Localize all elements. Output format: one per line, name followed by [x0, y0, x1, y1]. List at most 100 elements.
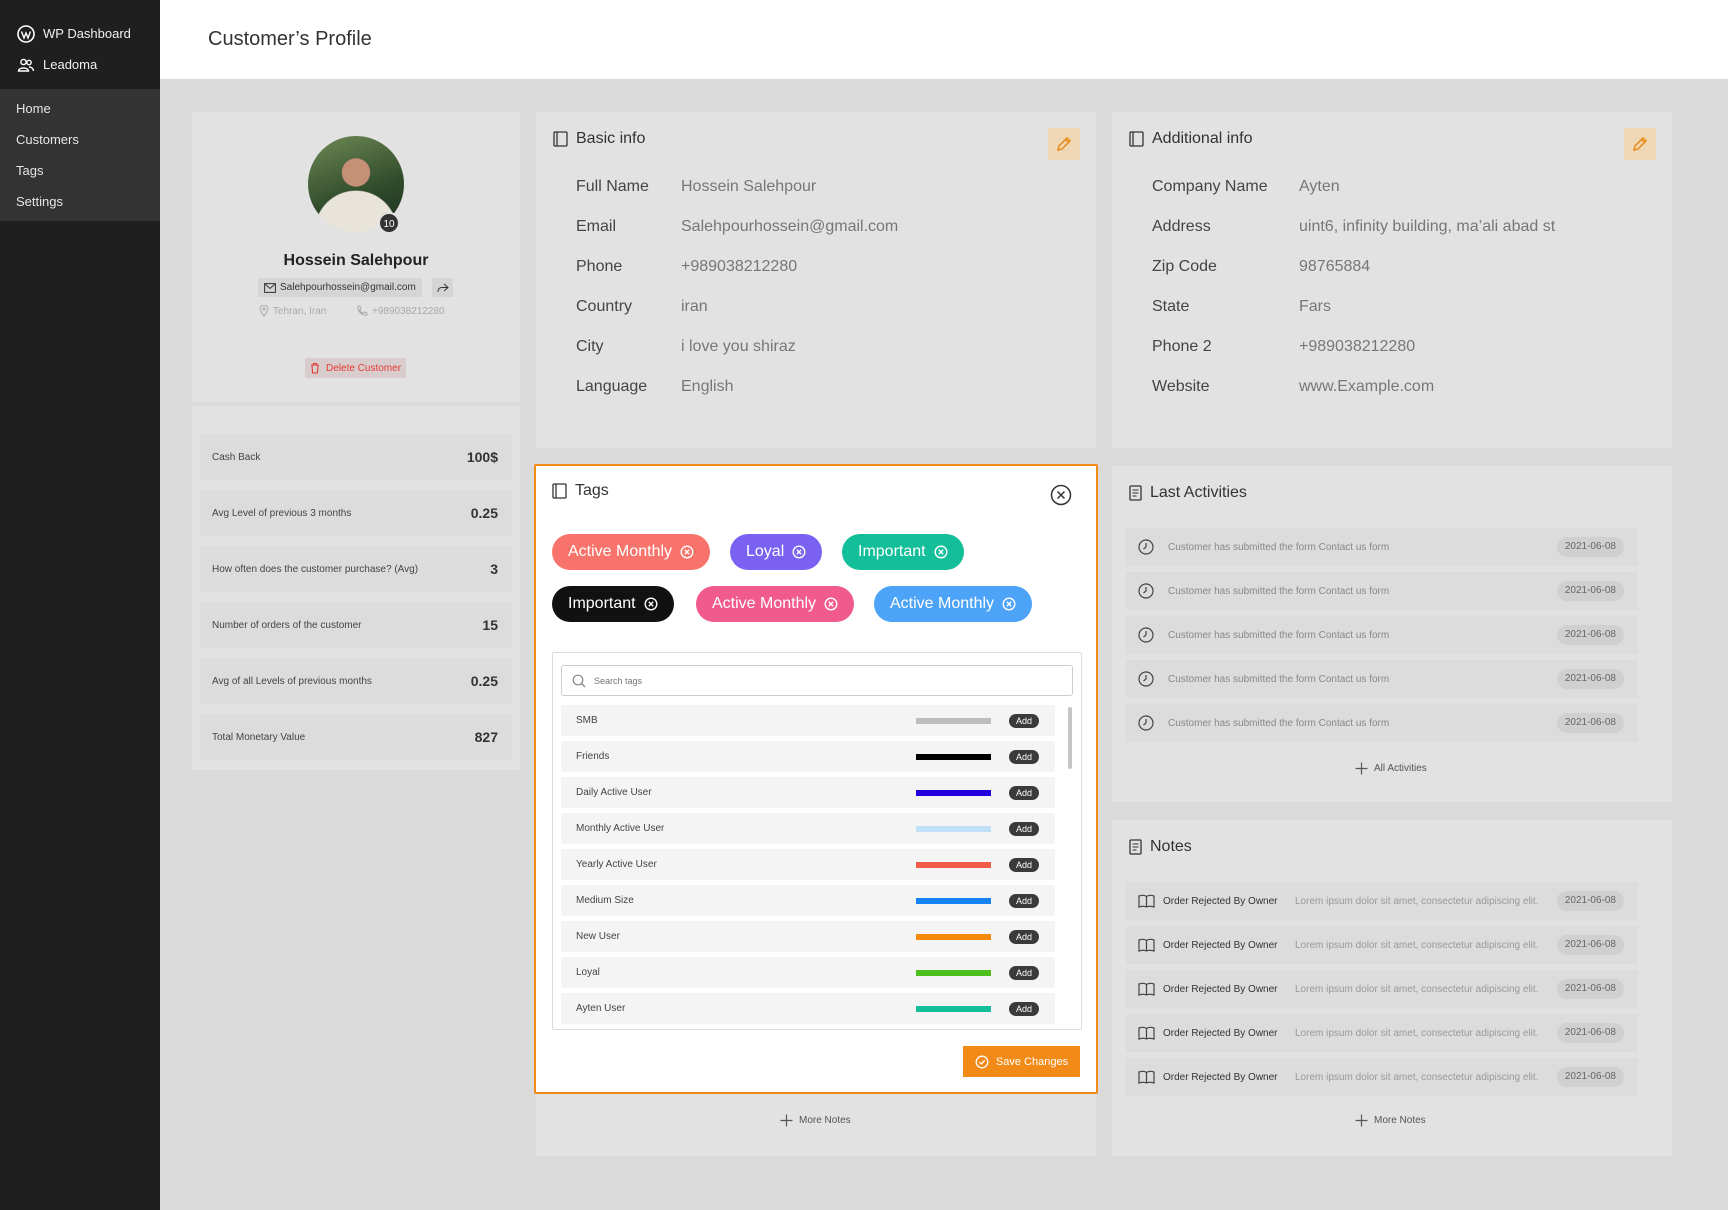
leadoma-link[interactable]: Leadoma	[0, 49, 160, 80]
add-tag-button[interactable]: Add	[1008, 857, 1039, 872]
chip-label: Active Monthly	[568, 543, 673, 560]
tag-list-scrollbar[interactable]	[1068, 707, 1072, 769]
share-button[interactable]	[432, 278, 453, 297]
stat-label: Cash Back	[212, 451, 261, 463]
clock-icon	[1138, 627, 1154, 643]
document-icon	[1129, 839, 1142, 855]
delete-customer-button[interactable]: Delete Customer	[305, 358, 407, 378]
note-row[interactable]: Order Rejected By Owner Lorem ipsum dolo…	[1126, 970, 1638, 1008]
sidebar-item-customers[interactable]: Customers	[0, 124, 160, 155]
edit-basic-info-button[interactable]	[1048, 128, 1080, 160]
add-tag-button[interactable]: Add	[1008, 893, 1039, 908]
tag-name: Daily Active User	[576, 787, 652, 798]
selected-tag-chip[interactable]: Important	[842, 534, 964, 570]
remove-tag-icon[interactable]	[934, 545, 948, 559]
info-value: Ayten	[1299, 178, 1340, 195]
add-tag-button[interactable]: Add	[1008, 749, 1039, 764]
activity-row: Customer has submitted the form Contact …	[1126, 660, 1638, 698]
remove-tag-icon[interactable]	[1002, 597, 1016, 611]
info-value: English	[681, 378, 734, 395]
selected-tag-chip[interactable]: Active Monthly	[874, 586, 1033, 622]
tag-row: Monthly Active User Add	[561, 813, 1055, 844]
tag-color-swatch	[916, 825, 991, 832]
wp-dashboard-link[interactable]: WP Dashboard	[0, 18, 160, 49]
customer-email-chip[interactable]: Salehpourhossein@gmail.com	[258, 278, 422, 297]
tag-color-swatch	[916, 897, 991, 904]
note-row[interactable]: Order Rejected By Owner Lorem ipsum dolo…	[1126, 882, 1638, 920]
selected-tag-chip[interactable]: Important	[552, 586, 674, 622]
additional-info-title: Additional info	[1152, 130, 1253, 147]
chip-label: Loyal	[746, 543, 785, 560]
more-notes-label: More Notes	[799, 1115, 851, 1126]
more-notes-link[interactable]: More Notes	[1355, 1114, 1426, 1127]
info-row: Address uint6, infinity building, ma’ali …	[1152, 218, 1555, 236]
customer-phone-text: +989038212280	[372, 305, 445, 317]
remove-tag-icon[interactable]	[792, 545, 806, 559]
stat-value: 0.25	[470, 673, 498, 689]
info-key: Full Name	[576, 178, 649, 195]
pencil-icon	[1633, 137, 1647, 151]
note-description: Lorem ipsum dolor sit amet, consectetur …	[1295, 939, 1539, 951]
stat-row: Avg of all Levels of previous months 0.25	[200, 658, 512, 704]
stat-row: Number of orders of the customer 15	[200, 602, 512, 648]
level-badge: 10	[378, 212, 400, 234]
add-tag-button[interactable]: Add	[1008, 785, 1039, 800]
info-row: Email Salehpourhossein@gmail.com	[576, 218, 898, 236]
selected-tag-chip[interactable]: Active Monthly	[552, 534, 711, 570]
info-row: Full Name Hossein Salehpour	[576, 178, 816, 196]
remove-tag-icon[interactable]	[680, 545, 694, 559]
note-date: 2021-06-08	[1556, 1067, 1624, 1087]
more-notes-label: More Notes	[1374, 1115, 1426, 1126]
stat-label: Avg Level of previous 3 months	[212, 507, 352, 519]
edit-additional-info-button[interactable]	[1624, 128, 1656, 160]
add-tag-button[interactable]: Add	[1008, 965, 1039, 980]
info-row: Language English	[576, 378, 733, 396]
all-activities-label: All Activities	[1374, 763, 1427, 774]
open-book-icon	[1138, 1026, 1155, 1040]
sidebar: WP Dashboard Leadoma Home Customers Tags…	[0, 0, 160, 1210]
info-value: iran	[681, 298, 708, 315]
chip-label: Important	[568, 595, 636, 612]
plus-icon	[1355, 762, 1368, 775]
note-title: Order Rejected By Owner	[1163, 939, 1278, 951]
add-tag-button[interactable]: Add	[1008, 713, 1039, 728]
stats-card: Cash Back 100$ Avg Level of previous 3 mo…	[192, 406, 520, 770]
search-tags-input[interactable]	[594, 675, 1034, 686]
stat-row: Avg Level of previous 3 months 0.25	[200, 490, 512, 536]
add-tag-button[interactable]: Add	[1008, 821, 1039, 836]
save-changes-button[interactable]: Save Changes	[963, 1046, 1080, 1077]
open-book-icon	[1138, 982, 1155, 996]
stat-value: 0.25	[470, 505, 498, 521]
selected-tag-chip[interactable]: Loyal	[730, 534, 823, 570]
remove-tag-icon[interactable]	[644, 597, 658, 611]
tags-header: Tags	[552, 482, 609, 500]
note-row[interactable]: Order Rejected By Owner Lorem ipsum dolo…	[1126, 926, 1638, 964]
location-pin-icon	[259, 305, 269, 317]
remove-tag-icon[interactable]	[824, 597, 838, 611]
info-key: Phone 2	[1152, 338, 1212, 355]
tag-name: New User	[576, 931, 620, 942]
sidebar-item-settings[interactable]: Settings	[0, 186, 160, 217]
tag-color-swatch	[916, 969, 991, 976]
stat-row: How often does the customer purchase? (A…	[200, 546, 512, 592]
info-value: Hossein Salehpour	[681, 178, 817, 195]
all-activities-link[interactable]: All Activities	[1355, 762, 1427, 775]
add-tag-button[interactable]: Add	[1008, 1001, 1039, 1016]
selected-tag-chip[interactable]: Active Monthly	[696, 586, 855, 622]
note-row[interactable]: Order Rejected By Owner Lorem ipsum dolo…	[1126, 1058, 1638, 1096]
tag-name: SMB	[576, 715, 598, 726]
close-modal-button[interactable]	[1050, 484, 1072, 506]
activity-date: 2021-06-08	[1556, 537, 1624, 557]
activity-text: Customer has submitted the form Contact …	[1168, 541, 1390, 553]
add-tag-button[interactable]: Add	[1008, 929, 1039, 944]
tag-row: New User Add	[561, 921, 1055, 952]
more-notes-link[interactable]: More Notes	[780, 1114, 851, 1127]
pencil-icon	[1057, 137, 1071, 151]
info-row: Zip Code 98765884	[1152, 258, 1370, 276]
sidebar-item-tags[interactable]: Tags	[0, 155, 160, 186]
info-value: 98765884	[1299, 258, 1371, 275]
activity-text: Customer has submitted the form Contact …	[1168, 717, 1390, 729]
note-row[interactable]: Order Rejected By Owner Lorem ipsum dolo…	[1126, 1014, 1638, 1052]
stat-value: 100$	[466, 449, 498, 465]
sidebar-item-home[interactable]: Home	[0, 93, 160, 124]
